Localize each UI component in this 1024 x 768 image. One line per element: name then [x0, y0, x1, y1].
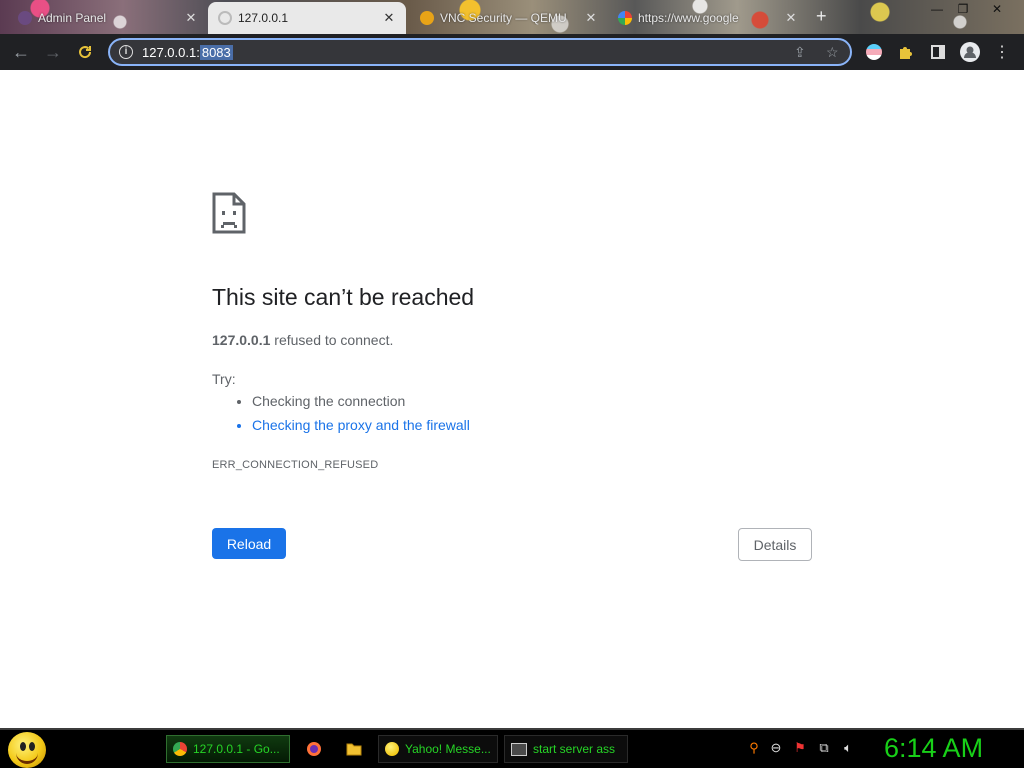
network-tray-icon[interactable]: ⧉: [816, 740, 832, 756]
messenger-tray-icon[interactable]: ⊖: [768, 740, 784, 756]
tab-127-0-0-1[interactable]: 127.0.0.1 ✕: [208, 2, 406, 34]
side-panel-icon[interactable]: [928, 42, 948, 62]
google-favicon-icon: [618, 11, 632, 25]
reload-icon: [79, 46, 92, 59]
site-info-icon[interactable]: i: [119, 45, 133, 59]
tab-title: https://www.google: [638, 11, 739, 25]
chrome-icon: [173, 742, 187, 756]
taskbar: 127.0.0.1 - Go... Yahoo! Messe... start …: [0, 728, 1024, 768]
tab-admin-panel[interactable]: Admin Panel ✕: [8, 2, 208, 34]
tab-google[interactable]: https://www.google ✕: [608, 2, 808, 34]
url-host: 127.0.0.1: [142, 45, 197, 60]
suggestion-check-proxy-link[interactable]: Checking the proxy and the firewall: [252, 416, 470, 434]
firefox-quicklaunch-icon[interactable]: [304, 739, 324, 759]
error-host: 127.0.0.1: [212, 332, 271, 348]
loading-favicon-icon: [218, 11, 232, 25]
volume-tray-icon[interactable]: 🔈︎: [840, 740, 856, 756]
taskbar-item-title: start server ass: [533, 742, 616, 756]
close-tab-icon[interactable]: ✕: [184, 10, 198, 26]
profile-flag-icon[interactable]: [864, 42, 884, 62]
tab-vnc-security[interactable]: VNC Security — QEMU ✕: [410, 2, 608, 34]
suggestion-list: Checking the connection Checking the pro…: [212, 392, 470, 440]
tab-strip: Admin Panel ✕ 127.0.0.1 ✕ VNC Security —…: [0, 0, 1024, 34]
extensions-puzzle-icon[interactable]: [896, 42, 916, 62]
admin-panel-favicon-icon: [18, 11, 32, 25]
bookmark-star-icon[interactable]: ☆: [826, 44, 839, 61]
error-page: This site can’t be reached 127.0.0.1 ref…: [0, 70, 1024, 728]
taskbar-item-title: 127.0.0.1 - Go...: [193, 742, 280, 756]
arrow-left-icon: ←: [12, 41, 30, 62]
close-window-icon[interactable]: ✕: [984, 0, 1010, 18]
close-tab-icon[interactable]: ✕: [382, 10, 396, 26]
browser-toolbar: ← → i 127.0.0.1: 8083 ⇪ ☆ ⋮: [0, 34, 1024, 70]
search-tray-icon[interactable]: ⚲: [746, 740, 762, 756]
new-tab-button[interactable]: +: [816, 6, 827, 27]
tab-title: 127.0.0.1: [238, 11, 289, 25]
sad-page-icon: [212, 192, 246, 234]
reload-toolbar-button[interactable]: [72, 40, 98, 64]
back-button[interactable]: ←: [8, 40, 34, 64]
forward-button[interactable]: →: [40, 40, 66, 64]
try-label: Try:: [212, 371, 236, 387]
minimize-icon[interactable]: —: [924, 0, 950, 18]
error-code: ERR_CONNECTION_REFUSED: [212, 459, 379, 471]
close-tab-icon[interactable]: ✕: [784, 10, 798, 26]
address-bar[interactable]: i 127.0.0.1: 8083 ⇪ ☆: [108, 38, 852, 66]
error-title: This site can’t be reached: [212, 284, 475, 310]
taskbar-item-chrome[interactable]: 127.0.0.1 - Go...: [166, 735, 290, 763]
taskbar-item-title: Yahoo! Messe...: [405, 742, 491, 756]
window-icon: [511, 742, 527, 756]
yahoo-messenger-icon: [385, 742, 399, 756]
restore-icon[interactable]: ❐: [950, 0, 976, 18]
url-text[interactable]: 127.0.0.1: 8083: [142, 45, 233, 60]
suggestion-check-connection: Checking the connection: [252, 392, 470, 410]
clock[interactable]: 6:14 AM: [884, 733, 983, 764]
close-tab-icon[interactable]: ✕: [584, 10, 598, 26]
taskbar-item-yahoo-messenger[interactable]: Yahoo! Messe...: [378, 735, 498, 763]
action-center-flag-icon[interactable]: ⚑: [792, 740, 808, 756]
arrow-right-icon: →: [44, 41, 62, 62]
menu-kebab-icon[interactable]: ⋮: [992, 42, 1012, 62]
profile-avatar-icon[interactable]: [960, 42, 980, 62]
taskbar-item-start-server[interactable]: start server ass: [504, 735, 628, 763]
tab-title: Admin Panel: [38, 11, 107, 25]
error-message-tail: refused to connect.: [270, 332, 394, 348]
share-icon[interactable]: ⇪: [794, 44, 806, 61]
url-selected-port: 8083: [199, 45, 233, 60]
reload-button[interactable]: Reload: [212, 528, 286, 559]
start-button-smiley-icon[interactable]: [8, 732, 46, 768]
folder-quicklaunch-icon[interactable]: [344, 739, 364, 759]
tab-title: VNC Security — QEMU: [440, 11, 567, 25]
qemu-favicon-icon: [420, 11, 434, 25]
details-button[interactable]: Details: [738, 528, 812, 561]
error-message: 127.0.0.1 refused to connect.: [212, 332, 393, 348]
